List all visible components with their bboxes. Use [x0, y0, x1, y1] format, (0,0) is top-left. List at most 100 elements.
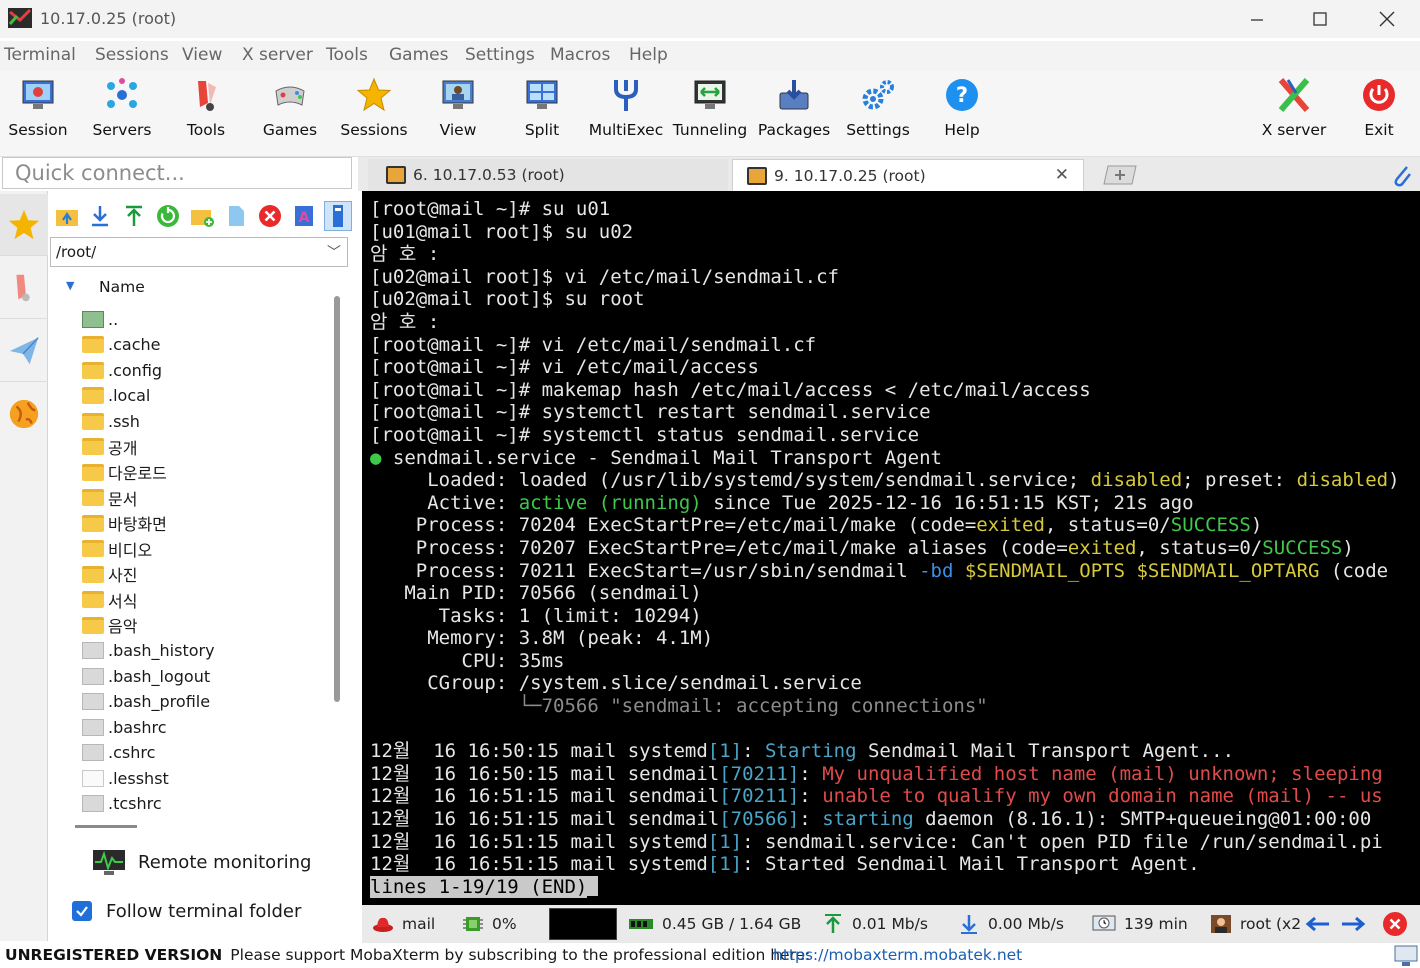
folder-icon — [82, 412, 104, 430]
follow-checkbox[interactable] — [72, 901, 92, 921]
folder-icon — [82, 540, 104, 557]
upload-button[interactable] — [120, 201, 148, 231]
remote-monitoring-button[interactable]: Remote monitoring — [92, 844, 352, 880]
file-row[interactable]: 공개 — [82, 435, 322, 459]
file-row[interactable]: 사진 — [82, 562, 322, 586]
download-button[interactable] — [86, 201, 114, 231]
file-row[interactable]: .. — [82, 307, 322, 331]
terminal-text: [root@mail ~]# systemctl status sendmail… — [370, 423, 920, 446]
delete-button[interactable] — [256, 201, 284, 231]
scroll-right-button[interactable] — [1340, 905, 1366, 943]
menu-tools[interactable]: Tools — [326, 45, 368, 65]
help-button[interactable]: ? Help — [922, 71, 1002, 157]
file-row[interactable]: 문서 — [82, 486, 322, 510]
file-row[interactable]: .cshrc — [82, 741, 322, 765]
main-toolbar: Session Servers Tools Games Sessions Vie… — [0, 71, 1420, 157]
tab-session-6[interactable]: 6. 10.17.0.53 (root) — [368, 159, 728, 191]
menu-settings[interactable]: Settings — [465, 45, 535, 65]
games-button[interactable]: Games — [250, 71, 330, 157]
view-button[interactable]: View — [418, 71, 498, 157]
session-button[interactable]: Session — [0, 71, 78, 157]
terminal-line: Main PID: 70566 (sendmail) — [370, 582, 1400, 605]
menu-macros[interactable]: Macros — [550, 45, 610, 65]
terminal-view[interactable]: [root@mail ~]# su u01 [u01@mail root]$ su… — [362, 191, 1420, 905]
follow-terminal-folder[interactable]: Follow terminal folder — [72, 896, 352, 926]
packages-button[interactable]: Packages — [754, 71, 834, 157]
tab-session-9[interactable]: 9. 10.17.0.25 (root) ✕ — [732, 159, 1084, 191]
memory-icon — [629, 919, 653, 929]
terminal-text: SUCCESS — [1170, 514, 1251, 537]
file-row[interactable]: .bash_profile — [82, 690, 322, 714]
file-row[interactable]: .lesshst — [82, 766, 322, 790]
close-window-button[interactable] — [1356, 0, 1418, 38]
file-row[interactable]: 다운로드 — [82, 460, 322, 484]
file-row[interactable]: 서식 — [82, 588, 322, 612]
file-row[interactable]: .bash_history — [82, 639, 322, 663]
redhat-icon — [373, 917, 393, 932]
file-row[interactable]: .ssh — [82, 409, 322, 433]
host-label: mail — [402, 915, 436, 933]
file-icon — [82, 769, 104, 787]
settings-button[interactable]: Settings — [838, 71, 918, 157]
servers-button[interactable]: Servers — [82, 71, 162, 157]
tools-side-tab[interactable] — [0, 257, 48, 319]
tools-button[interactable]: Tools — [166, 71, 246, 157]
terminal-text: unable to qualify my own domain name (ma… — [822, 785, 1383, 808]
terminal-text: active (running) — [518, 491, 702, 514]
parent-folder-button[interactable] — [53, 201, 81, 231]
refresh-icon — [157, 205, 179, 227]
new-folder-button[interactable] — [188, 201, 216, 231]
menu-games[interactable]: Games — [389, 45, 448, 65]
column-name[interactable]: Name — [99, 278, 145, 296]
split-button[interactable]: Split — [502, 71, 582, 157]
minimize-button[interactable] — [1226, 0, 1288, 38]
toggle-view-button[interactable] — [324, 201, 352, 231]
new-file-button[interactable] — [222, 201, 250, 231]
file-row[interactable]: .cache — [82, 333, 322, 357]
sftp-path-select[interactable]: /root/ ﹀ — [50, 237, 348, 267]
terminal-text: , status=0/ — [1136, 536, 1263, 559]
terminal-text: Starting — [765, 740, 857, 763]
file-row[interactable]: 음악 — [82, 613, 322, 637]
menu-terminal[interactable]: Terminal — [4, 45, 76, 65]
file-row[interactable]: .bashrc — [82, 715, 322, 739]
menu-sessions[interactable]: Sessions — [95, 45, 169, 65]
sftp-side-tab[interactable] — [0, 383, 48, 445]
terminal-line: Process: 70207 ExecStartPre=/etc/mail/ma… — [370, 537, 1400, 560]
attach-button[interactable] — [1388, 159, 1416, 191]
side-panel-tabs — [0, 191, 48, 941]
file-row[interactable]: .config — [82, 358, 322, 382]
parent-dir-icon — [82, 310, 104, 328]
macros-side-tab[interactable] — [0, 320, 48, 382]
file-row[interactable]: 바탕화면 — [82, 511, 322, 535]
exit-button[interactable]: Exit — [1339, 71, 1419, 157]
status-close-button[interactable] — [1382, 905, 1408, 943]
memory-label: 0.45 GB / 1.64 GB — [662, 915, 802, 933]
scroll-left-button[interactable] — [1305, 905, 1331, 943]
exit-label: Exit — [1364, 121, 1394, 139]
rename-button[interactable]: A — [290, 201, 318, 231]
xserver-button[interactable]: X server — [1254, 71, 1334, 157]
upload-label: 0.01 Mb/s — [852, 915, 928, 933]
file-row[interactable]: 비디오 — [82, 537, 322, 561]
globe-icon — [9, 399, 39, 429]
new-tab-button[interactable] — [1096, 159, 1144, 191]
sessions-side-tab[interactable] — [0, 194, 48, 256]
terminal-text: ) — [1388, 469, 1400, 492]
tab-close-icon[interactable]: ✕ — [1055, 165, 1069, 185]
multiexec-button[interactable]: MultiExec — [586, 71, 666, 157]
file-row[interactable]: .tcshrc — [82, 792, 322, 816]
menu-help[interactable]: Help — [629, 45, 668, 65]
monitor-tray-icon[interactable] — [1394, 945, 1418, 967]
file-list-scrollbar[interactable] — [334, 296, 340, 702]
file-row[interactable]: .bash_logout — [82, 664, 322, 688]
file-row[interactable]: .local — [82, 384, 322, 408]
quick-connect-input[interactable] — [3, 158, 351, 188]
sessions-button[interactable]: Sessions — [334, 71, 414, 157]
menu-view[interactable]: View — [182, 45, 222, 65]
refresh-button[interactable] — [154, 201, 182, 231]
tunneling-button[interactable]: Tunneling — [670, 71, 750, 157]
menu-x-server[interactable]: X server — [242, 45, 313, 65]
mobatek-link[interactable]: https://mobaxterm.mobatek.net — [773, 946, 1022, 964]
maximize-button[interactable] — [1289, 0, 1351, 38]
